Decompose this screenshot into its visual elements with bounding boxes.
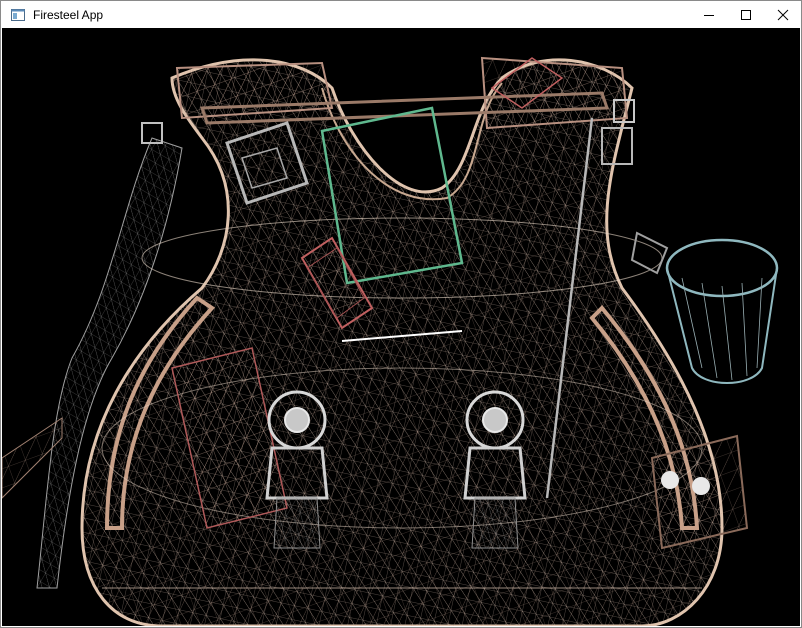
maximize-icon [740, 9, 751, 20]
title-bar[interactable]: Firesteel App [1, 1, 801, 28]
app-window: Firesteel App [0, 0, 802, 628]
close-icon [777, 9, 788, 20]
minimize-button[interactable] [690, 1, 727, 28]
window-controls [690, 1, 801, 28]
render-viewport[interactable] [2, 28, 800, 626]
wireframe-scene [2, 56, 779, 626]
app-window-icon [10, 7, 26, 23]
minimize-icon [703, 14, 714, 16]
window-title: Firesteel App [33, 7, 104, 22]
maximize-button[interactable] [727, 1, 764, 28]
guitar-body [80, 58, 724, 626]
close-button[interactable] [764, 1, 801, 28]
